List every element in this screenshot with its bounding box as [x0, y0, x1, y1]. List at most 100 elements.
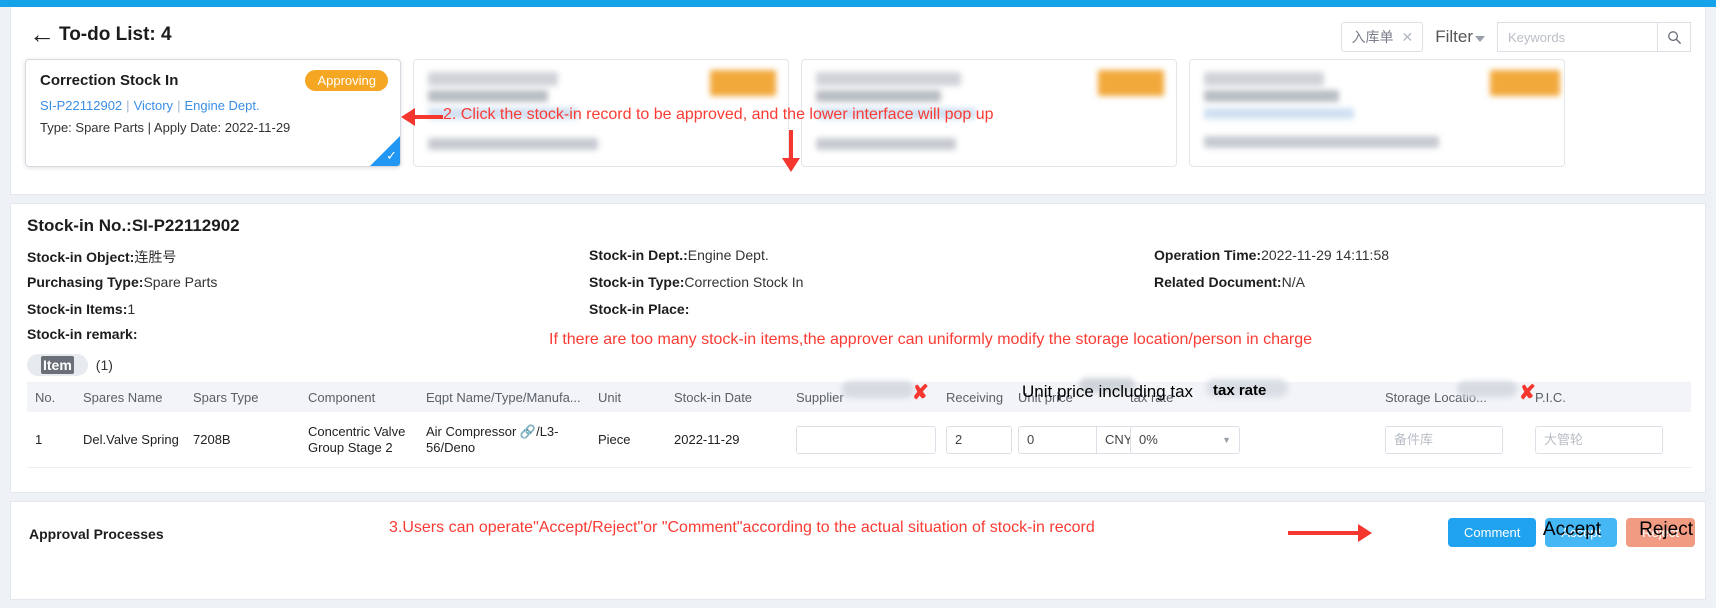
field-stock-in-items: Stock-in Items:1 — [27, 301, 135, 317]
field-stock-in-remark: Stock-in remark: — [27, 326, 137, 342]
filter-zone: 入库单 ✕ Filter — [1341, 22, 1691, 52]
approval-title: Approval Processes — [29, 526, 164, 542]
field-label: Related Document: — [1154, 274, 1282, 290]
field-label: Stock-in remark: — [27, 326, 138, 342]
todo-card-meta: Type: Spare Parts | Apply Date: 2022-11-… — [40, 120, 291, 135]
field-value: 连胜号 — [134, 249, 177, 265]
col-spares-name: Spares Name — [83, 389, 163, 405]
back-arrow-icon[interactable]: ← — [29, 21, 55, 47]
col-unit-price: Unit price — [1018, 389, 1073, 405]
col-supplier-label: Supplier — [796, 389, 844, 405]
field-stock-in-dept: Stock-in Dept.:Engine Dept. — [589, 247, 769, 263]
col-spars-type: Spars Type — [193, 389, 259, 405]
blurred-text — [428, 138, 598, 150]
field-stock-in-place: Stock-in Place: — [589, 301, 689, 317]
stock-in-no: Stock-in No.:SI-P22112902 — [27, 216, 240, 236]
field-label: Stock-in Object: — [27, 249, 135, 265]
reject-button-overlay-label: Reject — [1639, 519, 1693, 540]
cell-no: 1 — [35, 432, 43, 447]
todo-card-selected[interactable]: Correction Stock In Approving SI-P221129… — [25, 59, 401, 167]
col-unit: Unit — [598, 389, 622, 405]
todo-card-blurred[interactable] — [413, 59, 789, 167]
comment-button[interactable]: Comment — [1448, 518, 1537, 547]
cell-receiving — [946, 425, 1018, 454]
blurred-text — [1204, 136, 1439, 148]
accept-button-overlay-label: Accept — [1542, 519, 1601, 540]
field-stock-in-object: Stock-in Object:连胜号 — [27, 247, 176, 267]
todo-header: ← To-do List: 4 入库单 ✕ Filter — [11, 7, 1705, 63]
col-component: Component — [308, 389, 376, 405]
pic-input[interactable] — [1535, 425, 1663, 454]
col-receiving: Receiving — [946, 389, 1004, 405]
blurred-text — [428, 90, 548, 102]
field-label: Stock-in Items: — [27, 301, 128, 317]
search-box — [1497, 22, 1691, 52]
close-icon[interactable]: ✕ — [1401, 29, 1413, 46]
blurred-text — [816, 108, 976, 119]
col-pic: P.I.C. — [1535, 390, 1675, 405]
tab-item-label: Item — [41, 356, 74, 374]
search-input[interactable] — [1497, 22, 1657, 52]
field-purchasing-type: Purchasing Type:Spare Parts — [27, 274, 217, 290]
todo-card-owner[interactable]: Victory — [134, 98, 174, 113]
field-label: Purchasing Type: — [27, 274, 144, 290]
field-label: Operation Time: — [1154, 247, 1262, 263]
blurred-badge — [1490, 70, 1560, 96]
todo-card-blurred[interactable] — [801, 59, 1177, 167]
cell-unit-price: CNY ▼ — [1018, 425, 1147, 454]
cell-unit: Piece — [598, 431, 631, 447]
field-value: Correction Stock In — [684, 274, 804, 290]
stock-in-no-label: Stock-in No.: — [27, 216, 132, 235]
field-value: Spare Parts — [143, 274, 218, 290]
item-tab-row: Item (1) — [27, 354, 113, 376]
field-related-document: Related Document:N/A — [1154, 274, 1305, 290]
separator: | — [126, 98, 130, 113]
blurred-text — [1204, 108, 1354, 119]
field-label: Stock-in Place: — [589, 301, 690, 317]
filter-button[interactable]: Filter — [1435, 27, 1485, 47]
col-pic-label: P.I.C. — [1535, 389, 1566, 405]
supplier-input[interactable] — [796, 425, 936, 454]
cell-spares-name: Del.Valve Spring — [83, 431, 179, 447]
cell-storage-location — [1385, 425, 1535, 454]
item-count: (1) — [95, 357, 113, 373]
stock-in-no-value: SI-P22112902 — [131, 216, 240, 235]
field-label: Stock-in Type: — [589, 274, 685, 290]
blurred-text — [816, 90, 941, 102]
tax-rate-value: 0% — [1139, 432, 1158, 447]
active-filter-tag[interactable]: 入库单 ✕ — [1341, 22, 1424, 52]
tax-rate-select[interactable]: 0% ▼ — [1130, 425, 1240, 454]
todo-card-dept[interactable]: Engine Dept. — [184, 98, 259, 113]
cell-supplier — [796, 425, 946, 454]
unit-price-input[interactable] — [1018, 425, 1096, 454]
todo-card-code[interactable]: SI-P22112902 — [40, 98, 122, 113]
cell-eqpt: Air Compressor 🔗/L3-56/Deno — [426, 423, 559, 455]
blurred-text — [428, 108, 578, 119]
field-stock-in-type: Stock-in Type:Correction Stock In — [589, 274, 803, 290]
cell-component: Concentric Valve Group Stage 2 — [308, 423, 406, 455]
items-table: No. Spares Name Spars Type Component Eqp… — [27, 382, 1691, 468]
tab-item[interactable]: Item — [27, 354, 88, 376]
status-badge: Approving — [305, 70, 388, 91]
table-row: 1 Del.Valve Spring 7208B Concentric Valv… — [27, 412, 1691, 468]
cell-pic — [1535, 425, 1675, 454]
field-value: 1 — [127, 301, 136, 317]
separator: | — [177, 98, 181, 113]
chevron-down-icon — [1475, 36, 1485, 42]
receiving-input[interactable] — [946, 425, 1012, 454]
col-no: No. — [35, 389, 56, 405]
storage-location-input[interactable] — [1385, 425, 1503, 454]
col-eqpt: Eqpt Name/Type/Manufa... — [426, 389, 581, 405]
field-label: Stock-in Dept.: — [589, 247, 688, 263]
search-icon — [1667, 30, 1681, 44]
stock-in-detail-panel: Stock-in No.:SI-P22112902 Stock-in Objec… — [10, 203, 1706, 493]
todo-cards-row: Correction Stock In Approving SI-P221129… — [25, 59, 1697, 179]
field-value: Engine Dept. — [687, 247, 769, 263]
top-accent-bar — [0, 0, 1716, 7]
todo-card-blurred[interactable] — [1189, 59, 1565, 167]
search-button[interactable] — [1657, 22, 1691, 52]
blurred-badge — [710, 70, 776, 96]
chevron-down-icon: ▼ — [1222, 434, 1231, 445]
cell-tax-rate: 0% ▼ — [1130, 425, 1255, 454]
blurred-badge — [1098, 70, 1164, 96]
